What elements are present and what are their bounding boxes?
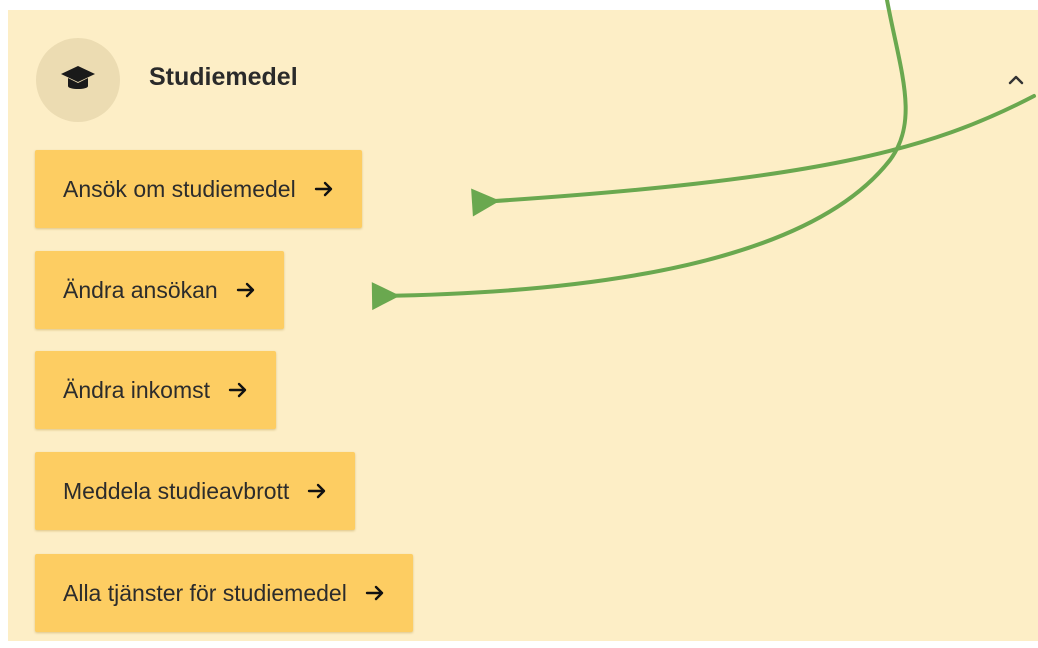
arrow-right-icon xyxy=(314,181,332,197)
button-label: Ändra ansökan xyxy=(63,277,218,303)
studiemedel-accordion: Studiemedel Ansök om studiemedel Ändra a… xyxy=(8,10,1038,641)
arrow-right-icon xyxy=(365,585,384,601)
arrow-right-icon xyxy=(236,282,254,298)
all-study-aid-services-button[interactable]: Alla tjänster för studiemedel xyxy=(35,554,413,632)
report-study-interruption-button[interactable]: Meddela studieavbrott xyxy=(35,452,356,530)
chevron-up-icon[interactable] xyxy=(1008,74,1024,86)
graduation-cap-icon xyxy=(61,66,95,89)
button-label: Ansök om studiemedel xyxy=(63,176,296,202)
screenshot-stage: Studiemedel Ansök om studiemedel Ändra a… xyxy=(0,0,1038,648)
arrow-right-icon xyxy=(228,382,247,398)
button-label: Meddela studieavbrott xyxy=(63,478,290,504)
section-title: Studiemedel xyxy=(149,63,298,91)
arrow-right-icon xyxy=(308,483,326,499)
change-income-button[interactable]: Ändra inkomst xyxy=(35,351,277,429)
button-label: Ändra inkomst xyxy=(63,377,211,403)
accordion-header[interactable]: Studiemedel xyxy=(8,10,1038,140)
change-application-button[interactable]: Ändra ansökan xyxy=(35,251,284,329)
button-label: Alla tjänster för studiemedel xyxy=(63,580,347,606)
apply-study-aid-button[interactable]: Ansök om studiemedel xyxy=(35,150,362,228)
icon-circle xyxy=(36,38,120,122)
